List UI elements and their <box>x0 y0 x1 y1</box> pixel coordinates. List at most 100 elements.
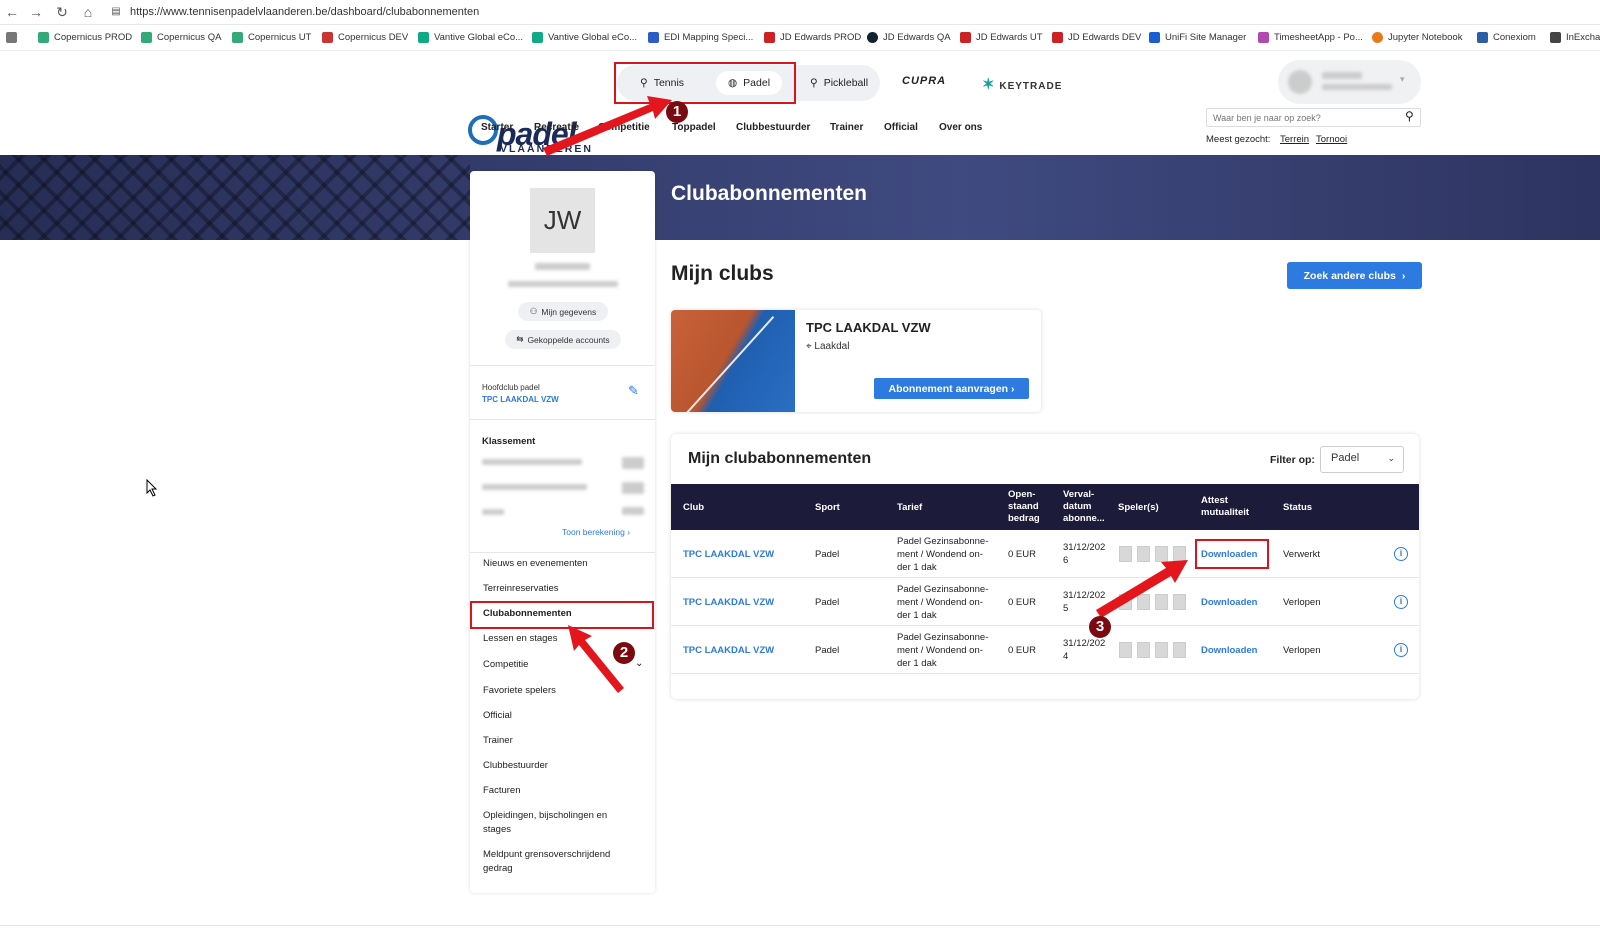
show-calculation-link[interactable]: Toon berekening › <box>562 527 630 537</box>
nav-starter[interactable]: Starter <box>481 122 513 133</box>
bookmark-item[interactable]: Conexiom <box>1477 32 1536 43</box>
nav-trainer[interactable]: Trainer <box>830 122 863 133</box>
bookmark-item[interactable]: TimesheetApp - Po... <box>1258 32 1363 43</box>
table-row: TPC LAAKDAL VZW Padel Padel Gezinsabonne… <box>671 578 1419 626</box>
col-vervaldatum: Verval- datum abonne... <box>1063 489 1105 524</box>
row-club-link[interactable]: TPC LAAKDAL VZW <box>683 596 774 609</box>
bookmark-item[interactable]: JD Edwards PROD <box>764 32 861 43</box>
sidebar-item-favoriete-spelers[interactable]: Favoriete spelers <box>483 685 556 696</box>
mouse-cursor-icon <box>146 479 158 497</box>
my-details-button[interactable]: ⚇ Mijn gegevens <box>518 302 608 321</box>
url-field[interactable]: https://www.tennisenpadelvlaanderen.be/d… <box>130 6 479 18</box>
user-name <box>535 263 590 270</box>
table-row: TPC LAAKDAL VZW Padel Padel Gezinsabonne… <box>671 530 1419 578</box>
sidebar-item-competitie[interactable]: Competitie <box>483 659 528 670</box>
download-attest-link[interactable]: Downloaden <box>1201 644 1257 657</box>
reload-icon[interactable]: ↻ <box>54 4 70 20</box>
forward-icon[interactable]: → <box>28 4 44 20</box>
bookmarks-apps-icon[interactable] <box>6 32 17 43</box>
status-badge: Verlopen <box>1283 597 1321 608</box>
chevron-down-icon: ⌄ <box>1387 453 1395 463</box>
filter-select[interactable]: Padel ⌄ <box>1320 446 1404 473</box>
most-searched-terrein[interactable]: Terrein <box>1280 134 1309 145</box>
nav-official[interactable]: Official <box>884 122 918 133</box>
bookmark-item[interactable]: Copernicus UT <box>232 32 311 43</box>
player-avatar <box>1119 642 1132 658</box>
bookmark-item[interactable]: Copernicus PROD <box>38 32 132 43</box>
nav-competitie[interactable]: Competitie <box>598 122 650 133</box>
bookmark-item[interactable]: Copernicus QA <box>141 32 221 43</box>
request-subscription-button[interactable]: Abonnement aanvragen › <box>874 378 1029 399</box>
nav-clubbestuurder[interactable]: Clubbestuurder <box>736 122 810 133</box>
player-avatar <box>1119 594 1132 610</box>
row-vervaldatum: 31/12/202 5 <box>1063 590 1106 614</box>
sport-tab-pickleball[interactable]: ⚲ Pickleball <box>798 71 880 95</box>
sidebar-item-trainer[interactable]: Trainer <box>483 735 513 746</box>
sponsor-keytrade[interactable]: ✶ KEYTRADE <box>982 75 1062 93</box>
row-tarief: Padel Gezinsabonne- ment / Wondend on- d… <box>897 632 989 669</box>
chevron-down-icon: ▾ <box>1400 74 1405 84</box>
row-club-link[interactable]: TPC LAAKDAL VZW <box>683 644 774 657</box>
row-tarief: Padel Gezinsabonne- ment / Wondend on- d… <box>897 584 989 621</box>
sidebar-item-lessen[interactable]: Lessen en stages <box>483 633 557 644</box>
sidebar-item-meldpunt[interactable]: Meldpunt grensoverschrijdend gedrag <box>483 848 633 876</box>
chevron-down-icon[interactable]: ⌄ <box>635 658 643 669</box>
chevron-right-icon: › <box>627 527 631 537</box>
site-info-icon[interactable]: ▤ <box>108 4 124 20</box>
info-icon[interactable]: i <box>1394 547 1408 561</box>
avatar: JW <box>530 188 595 253</box>
bookmark-item[interactable]: JD Edwards DEV <box>1052 32 1141 43</box>
row-club-link[interactable]: TPC LAAKDAL VZW <box>683 548 774 561</box>
sidebar-item-opleidingen[interactable]: Opleidingen, bijscholingen en stages <box>483 809 633 837</box>
nav-recreatie[interactable]: Recreatie <box>534 122 579 133</box>
link-icon: ⇆ <box>516 334 524 344</box>
sidebar-item-clubbestuurder[interactable]: Clubbestuurder <box>483 760 548 771</box>
my-clubs-title: Mijn clubs <box>671 262 774 285</box>
club-name[interactable]: TPC LAAKDAL VZW <box>806 320 931 335</box>
sidebar-item-nieuws[interactable]: Nieuws en evenementen <box>483 558 588 569</box>
browser-address-bar: ← → ↻ ⌂ ▤ https://www.tennisenpadelvlaan… <box>0 0 1600 25</box>
row-vervaldatum: 31/12/202 4 <box>1063 638 1106 662</box>
nav-over-ons[interactable]: Over ons <box>939 122 982 133</box>
col-club: Club <box>683 502 705 513</box>
col-tarief: Tarief <box>897 502 923 513</box>
main-club-link[interactable]: TPC LAAKDAL VZW <box>482 395 559 404</box>
search-icon[interactable]: ⚲ <box>1405 109 1414 123</box>
linked-accounts-button[interactable]: ⇆ Gekoppelde accounts <box>505 330 621 349</box>
page-title: Clubabonnementen <box>671 182 868 205</box>
bookmark-item[interactable]: InExchan <box>1550 32 1600 43</box>
edit-icon[interactable]: ✎ <box>628 383 639 399</box>
player-avatar <box>1137 546 1150 562</box>
user-menu[interactable]: ▾ <box>1278 60 1421 104</box>
sponsor-cupra[interactable]: CUPRA <box>902 75 946 87</box>
row-sport: Padel <box>815 549 840 560</box>
bookmark-item[interactable]: UniFi Site Manager <box>1149 32 1246 43</box>
bookmark-item[interactable]: JD Edwards UT <box>960 32 1043 43</box>
search-other-clubs-button[interactable]: Zoek andere clubs › <box>1287 262 1422 289</box>
back-icon[interactable]: ← <box>4 4 20 20</box>
club-card: TPC LAAKDAL VZW ⌖ Laakdal Abonnement aan… <box>671 310 1041 412</box>
most-searched-tornooi[interactable]: Tornooi <box>1316 134 1347 145</box>
bookmark-item[interactable]: JD Edwards QA <box>867 32 951 43</box>
bookmark-item[interactable]: Jupyter Notebook <box>1372 32 1462 43</box>
sidebar-item-official[interactable]: Official <box>483 710 512 721</box>
download-attest-link[interactable]: Downloaden <box>1201 596 1257 609</box>
player-avatar <box>1119 546 1132 562</box>
bookmark-item[interactable]: EDI Mapping Speci... <box>648 32 753 43</box>
info-icon[interactable]: i <box>1394 595 1408 609</box>
ranking-title: Klassement <box>482 436 536 447</box>
search-input[interactable] <box>1206 108 1421 127</box>
player-avatar <box>1155 642 1168 658</box>
sidebar-item-facturen[interactable]: Facturen <box>483 785 521 796</box>
bookmark-item[interactable]: Copernicus DEV <box>322 32 408 43</box>
sidebar-item-terreinreservaties[interactable]: Terreinreservaties <box>483 583 559 594</box>
player-avatar <box>1155 594 1168 610</box>
table-header: Club Sport Tarief Open- staand bedrag Ve… <box>671 484 1419 530</box>
bookmark-item[interactable]: Vantive Global eCo... <box>532 32 637 43</box>
nav-toppadel[interactable]: Toppadel <box>672 122 716 133</box>
home-icon[interactable]: ⌂ <box>80 4 96 20</box>
bookmarks-bar: Copernicus PROD Copernicus QA Copernicus… <box>0 26 1600 51</box>
main-club-label: Hoofdclub padel <box>482 383 540 392</box>
bookmark-item[interactable]: Vantive Global eCo... <box>418 32 523 43</box>
info-icon[interactable]: i <box>1394 643 1408 657</box>
